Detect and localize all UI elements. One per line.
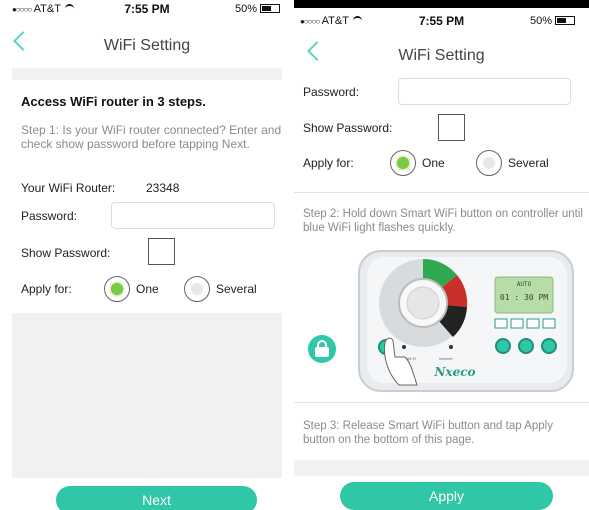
password-input-right[interactable] [398,78,571,105]
radio-several-right[interactable] [476,150,502,176]
lcd-time: 01 : 30 PM [500,293,548,302]
show-password-label-right: Show Password: [303,121,393,135]
apply-for-label: Apply for: [21,282,72,296]
show-password-checkbox-right[interactable] [438,114,465,141]
status-bar: ●○○○○ AT&T 7:55 PM 50% [0,0,294,18]
divider [294,192,589,193]
bottom-band [294,460,589,476]
battery: 50% [235,3,280,15]
battery-icon [260,4,280,13]
section-divider [12,68,282,80]
radio-selected-dot [111,283,123,295]
radio-one-label-right: One [422,156,445,170]
router-value: 23348 [146,181,180,195]
router-label: Your WiFi Router: [21,181,116,195]
nav-bar: WiFi Setting [0,24,294,62]
controller-brand: Nxeco [434,365,476,379]
steps-heading: Access WiFi router in 3 steps. [21,94,206,109]
step1-text: Step 1: Is your WiFi router connected? E… [21,123,282,151]
password-input[interactable] [111,202,275,229]
internet-label: Internet [439,356,453,361]
next-button[interactable]: Next [56,486,257,510]
radio-one[interactable] [104,276,130,302]
radio-selected-dot [397,157,409,169]
show-password-checkbox[interactable] [148,238,175,265]
left-screen: ●○○○○ AT&T 7:55 PM 50% WiFi Setting Acce… [0,0,294,510]
divider [294,402,589,403]
status-bar: ●○○○○ AT&T 7:55 PM 50% [294,12,589,30]
step2-text: Step 2: Hold down Smart WiFi button on c… [303,208,583,234]
apply-for-label-right: Apply for: [303,156,354,170]
nav-bar: WiFi Setting [294,34,589,72]
battery: 50% [530,15,575,27]
radio-one-label: One [136,282,159,296]
apply-button[interactable]: Apply [340,482,553,510]
lock-icon[interactable] [308,335,336,363]
lcd-line1: AUTO [517,281,532,288]
page-title: WiFi Setting [103,37,191,54]
radio-several-label: Several [216,282,257,296]
top-black-bar [294,0,589,8]
radio-several[interactable] [184,276,210,302]
password-label-right: Password: [303,85,360,99]
show-password-label: Show Password: [21,246,111,260]
empty-panel [12,313,282,478]
page-title: WiFi Setting [398,47,485,64]
radio-several-label-right: Several [508,156,549,170]
battery-icon [555,16,575,25]
radio-one-right[interactable] [390,150,416,176]
step3-text: Step 3: Release Smart WiFi button and ta… [303,420,553,446]
controller-illustration: AUTO 01 : 30 PM Smart Wi-Fi Internet Nxe… [355,245,585,395]
password-label: Password: [21,209,78,223]
